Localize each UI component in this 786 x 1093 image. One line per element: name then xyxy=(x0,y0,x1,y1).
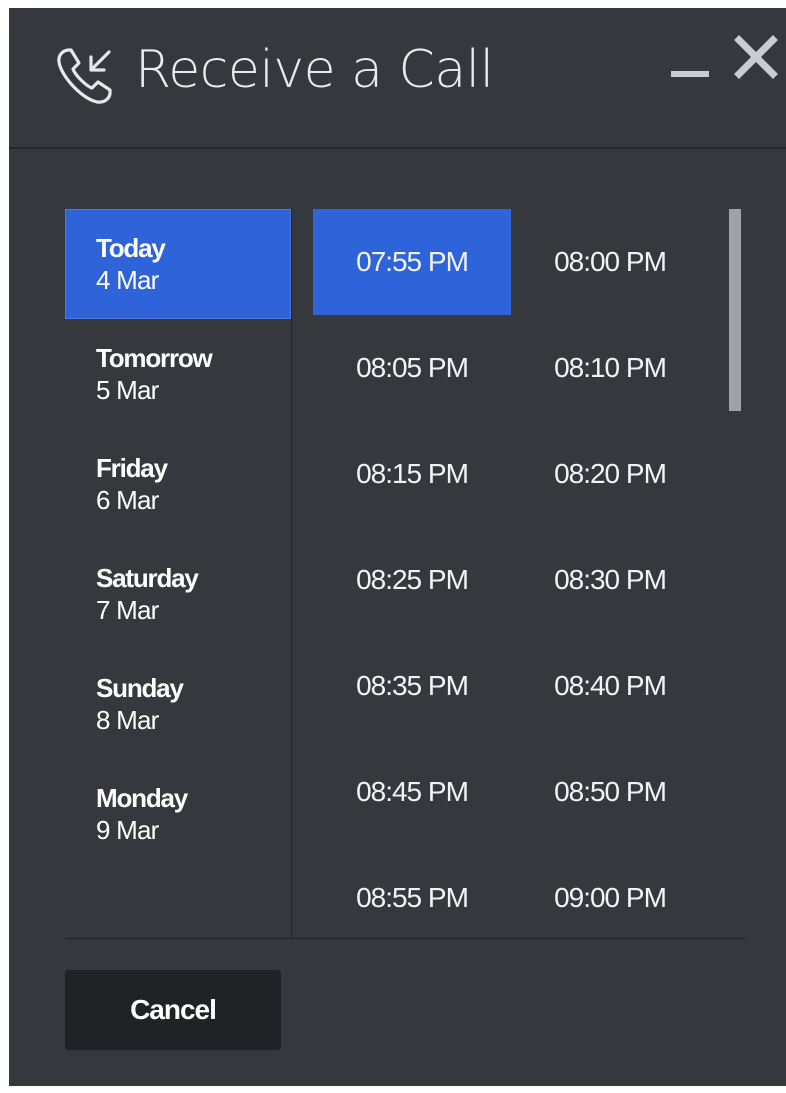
scrollbar-thumb[interactable] xyxy=(729,209,741,411)
time-grid: 07:55 PM 08:00 PM 08:05 PM 08:10 PM 08:15 PM… xyxy=(313,209,733,939)
close-icon[interactable] xyxy=(731,32,781,82)
time-slot[interactable]: 08:25 PM xyxy=(313,527,511,633)
day-name: Tomorrow xyxy=(96,343,213,373)
time-slot[interactable]: 09:00 PM xyxy=(511,845,709,951)
day-name: Monday xyxy=(96,783,188,813)
footer-divider xyxy=(65,938,745,939)
time-slot[interactable]: 08:35 PM xyxy=(313,633,511,739)
day-item-today[interactable]: Today 4 Mar xyxy=(65,209,291,319)
day-date: 5 Mar xyxy=(96,375,159,405)
time-slot[interactable]: 08:45 PM xyxy=(313,739,511,845)
day-date: 6 Mar xyxy=(96,485,159,515)
dialog-title: Receive a Call xyxy=(135,40,494,100)
day-list: Today 4 Mar Tomorrow 5 Mar Friday 6 Mar Saturd… xyxy=(65,209,292,939)
day-date: 7 Mar xyxy=(96,595,159,625)
day-name: Sunday xyxy=(96,673,184,703)
time-slot[interactable]: 08:40 PM xyxy=(511,633,709,739)
day-name: Friday xyxy=(96,453,168,483)
dialog-header: Receive a Call xyxy=(9,8,786,149)
day-name: Saturday xyxy=(96,563,199,593)
time-slot[interactable]: 08:10 PM xyxy=(511,315,709,421)
day-item-friday[interactable]: Friday 6 Mar xyxy=(65,429,291,539)
day-date: 4 Mar xyxy=(96,265,159,295)
day-item-saturday[interactable]: Saturday 7 Mar xyxy=(65,539,291,649)
cancel-button[interactable]: Cancel xyxy=(65,970,281,1050)
time-slot[interactable]: 08:30 PM xyxy=(511,527,709,633)
day-date: 9 Mar xyxy=(96,815,159,845)
time-slot[interactable]: 08:00 PM xyxy=(511,209,709,315)
incoming-call-icon xyxy=(57,48,112,104)
day-name: Today xyxy=(96,233,166,263)
time-slot[interactable]: 07:55 PM xyxy=(313,209,511,315)
day-date: 8 Mar xyxy=(96,705,159,735)
time-slot[interactable]: 08:50 PM xyxy=(511,739,709,845)
day-item-tomorrow[interactable]: Tomorrow 5 Mar xyxy=(65,319,291,429)
time-slot[interactable]: 08:05 PM xyxy=(313,315,511,421)
receive-call-dialog: Receive a Call Today 4 Mar Tomorrow 5 Mar Fr… xyxy=(9,8,786,1086)
minimize-icon[interactable] xyxy=(667,46,717,96)
time-slot[interactable]: 08:55 PM xyxy=(313,845,511,951)
time-slot[interactable]: 08:20 PM xyxy=(511,421,709,527)
day-item-sunday[interactable]: Sunday 8 Mar xyxy=(65,649,291,759)
time-slot[interactable]: 08:15 PM xyxy=(313,421,511,527)
day-item-monday[interactable]: Monday 9 Mar xyxy=(65,759,291,869)
